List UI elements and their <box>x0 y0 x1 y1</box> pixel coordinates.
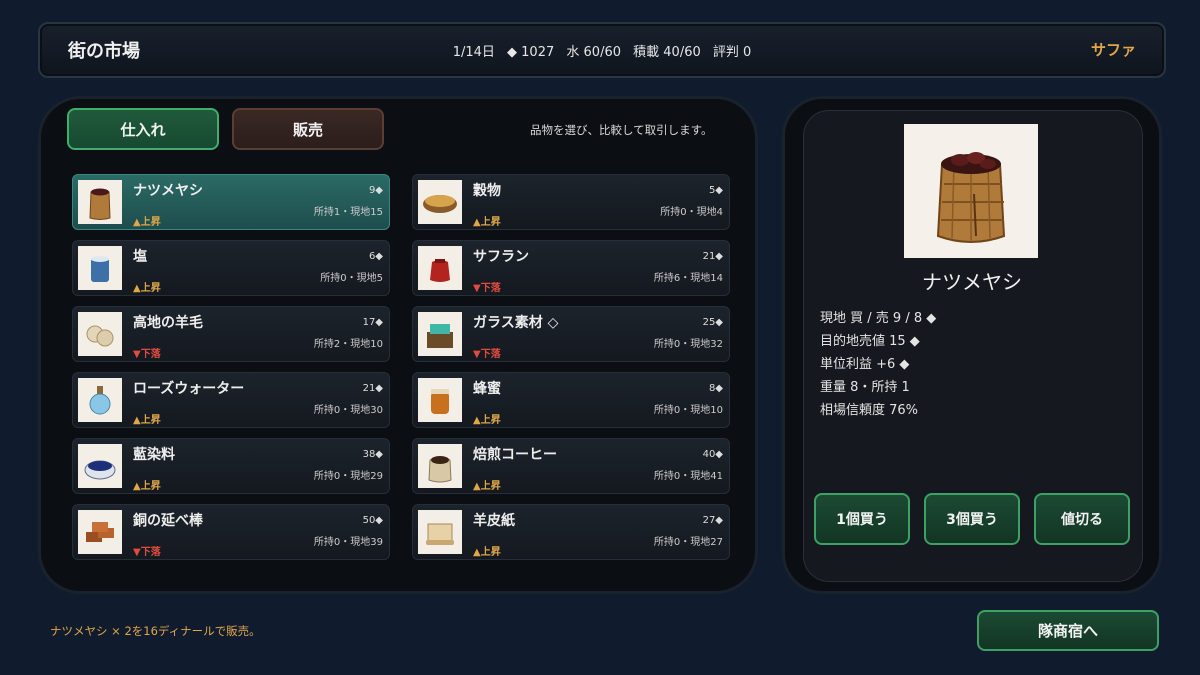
goods-trend: ▼下落 <box>133 547 161 558</box>
transaction-log: ナツメヤシ × 2を16ディナールで販売。 <box>50 624 261 638</box>
goods-name: 焙煎コーヒー <box>473 447 557 463</box>
status-stats: 1/14日 ◆ 1027 水 60/60 積載 40/60 評判 0 <box>40 41 1164 60</box>
goods-stock: 所持0・現地4 <box>660 207 723 218</box>
indigo-bowl-icon <box>78 444 122 488</box>
goods-item[interactable]: 藍染料 38◆ 所持0・現地29 ▲上昇 <box>72 438 390 494</box>
detail-destination-price: 目的地売値 15 ◆ <box>820 334 920 349</box>
detail-item-name: ナツメヤシ <box>922 270 1022 294</box>
buy-three-button[interactable]: 3個買う <box>924 493 1020 545</box>
goods-price: 21◆ <box>702 251 723 262</box>
tab-sell[interactable]: 販売 <box>232 108 384 150</box>
goods-stock: 所持0・現地41 <box>653 471 723 482</box>
dates-sack-icon <box>904 124 1038 258</box>
goods-item[interactable]: 塩 6◆ 所持0・現地5 ▲上昇 <box>72 240 390 296</box>
city-name: サファ <box>1090 41 1136 59</box>
wool-bundle-icon <box>78 312 122 356</box>
goods-trend: ▼下落 <box>473 283 501 294</box>
goods-name: サフラン <box>473 249 529 265</box>
goods-trend: ▲上昇 <box>473 481 501 492</box>
goods-stock: 所持0・現地32 <box>653 339 723 350</box>
goods-name: 穀物 <box>473 183 501 199</box>
saffron-pouch-icon <box>418 246 462 290</box>
goods-price: 25◆ <box>702 317 723 328</box>
goods-name: ガラス素材 ◇ <box>473 315 559 331</box>
goods-item[interactable]: ガラス素材 ◇ 25◆ 所持0・現地32 ▼下落 <box>412 306 730 362</box>
dates-sack-icon <box>78 180 122 224</box>
goods-trend: ▼下落 <box>133 349 161 360</box>
goods-item[interactable]: 羊皮紙 27◆ 所持0・現地27 ▲上昇 <box>412 504 730 560</box>
goods-stock: 所持1・現地15 <box>313 207 383 218</box>
top-status-bar: 街の市場 1/14日 ◆ 1027 水 60/60 積載 40/60 評判 0 … <box>38 22 1166 78</box>
goods-stock: 所持0・現地27 <box>653 537 723 548</box>
goods-trend: ▲上昇 <box>133 481 161 492</box>
goods-stock: 所持0・現地29 <box>313 471 383 482</box>
goods-stock: 所持0・現地5 <box>320 273 383 284</box>
goods-trend: ▲上昇 <box>133 415 161 426</box>
goods-item[interactable]: 焙煎コーヒー 40◆ 所持0・現地41 ▲上昇 <box>412 438 730 494</box>
goods-item[interactable]: ローズウォーター 21◆ 所持0・現地30 ▲上昇 <box>72 372 390 428</box>
buy-one-button[interactable]: 1個買う <box>814 493 910 545</box>
goods-trend: ▲上昇 <box>133 283 161 294</box>
goods-trend: ▲上昇 <box>133 217 161 228</box>
goods-price: 50◆ <box>362 515 383 526</box>
goods-name: 高地の羊毛 <box>133 315 203 331</box>
goods-item[interactable]: ナツメヤシ 9◆ 所持1・現地15 ▲上昇 <box>72 174 390 230</box>
goods-item[interactable]: 穀物 5◆ 所持0・現地4 ▲上昇 <box>412 174 730 230</box>
goods-stock: 所持0・現地39 <box>313 537 383 548</box>
instruction-text: 品物を選び、比較して取引します。 <box>530 123 713 137</box>
goods-price: 40◆ <box>702 449 723 460</box>
grain-bowl-icon <box>418 180 462 224</box>
goods-stock: 所持2・現地10 <box>313 339 383 350</box>
goods-name: ナツメヤシ <box>133 183 203 199</box>
coffee-sack-icon <box>418 444 462 488</box>
parchment-scroll-icon <box>418 510 462 554</box>
goods-stock: 所持6・現地14 <box>653 273 723 284</box>
tab-buy[interactable]: 仕入れ <box>67 108 219 150</box>
goods-item[interactable]: 高地の羊毛 17◆ 所持2・現地10 ▼下落 <box>72 306 390 362</box>
rosewater-bottle-icon <box>78 378 122 422</box>
goods-price: 21◆ <box>362 383 383 394</box>
glass-crate-icon <box>418 312 462 356</box>
water-counter: 水 60/60 <box>566 45 621 60</box>
goods-stock: 所持0・現地30 <box>313 405 383 416</box>
goods-price: 6◆ <box>368 251 383 262</box>
goods-price: 9◆ <box>368 185 383 196</box>
goods-name: 銅の延べ棒 <box>133 513 203 529</box>
detail-weight: 重量 8・所持 1 <box>820 380 910 395</box>
haggle-button[interactable]: 値切る <box>1034 493 1130 545</box>
copper-ingot-icon <box>78 510 122 554</box>
honey-jar-icon <box>418 378 462 422</box>
salt-jar-icon <box>78 246 122 290</box>
detail-local-price: 現地 買 / 売 9 / 8 ◆ <box>820 311 937 326</box>
goods-trend: ▲上昇 <box>473 217 501 228</box>
goods-name: ローズウォーター <box>133 381 245 397</box>
detail-unit-profit: 単位利益 +6 ◆ <box>820 357 910 372</box>
goods-price: 38◆ <box>362 449 383 460</box>
caravanserai-button[interactable]: 隊商宿へ <box>977 610 1159 651</box>
goods-trend: ▲上昇 <box>473 547 501 558</box>
goods-item[interactable]: 蜂蜜 8◆ 所持0・現地10 ▲上昇 <box>412 372 730 428</box>
goods-name: 塩 <box>133 249 147 265</box>
money-counter: ◆ 1027 <box>507 45 555 60</box>
goods-stock: 所持0・現地10 <box>653 405 723 416</box>
goods-price: 5◆ <box>708 185 723 196</box>
day-counter: 1/14日 <box>452 45 495 60</box>
goods-name: 蜂蜜 <box>473 381 501 397</box>
goods-item[interactable]: サフラン 21◆ 所持6・現地14 ▼下落 <box>412 240 730 296</box>
goods-name: 藍染料 <box>133 447 175 463</box>
reputation-counter: 評判 0 <box>712 45 752 60</box>
goods-trend: ▼下落 <box>473 349 501 360</box>
goods-trend: ▲上昇 <box>473 415 501 426</box>
goods-name: 羊皮紙 <box>473 513 515 529</box>
goods-price: 8◆ <box>708 383 723 394</box>
goods-price: 17◆ <box>362 317 383 328</box>
detail-confidence: 相場信頼度 76% <box>820 403 919 418</box>
cargo-counter: 積載 40/60 <box>633 45 701 60</box>
goods-item[interactable]: 銅の延べ棒 50◆ 所持0・現地39 ▼下落 <box>72 504 390 560</box>
goods-price: 27◆ <box>702 515 723 526</box>
